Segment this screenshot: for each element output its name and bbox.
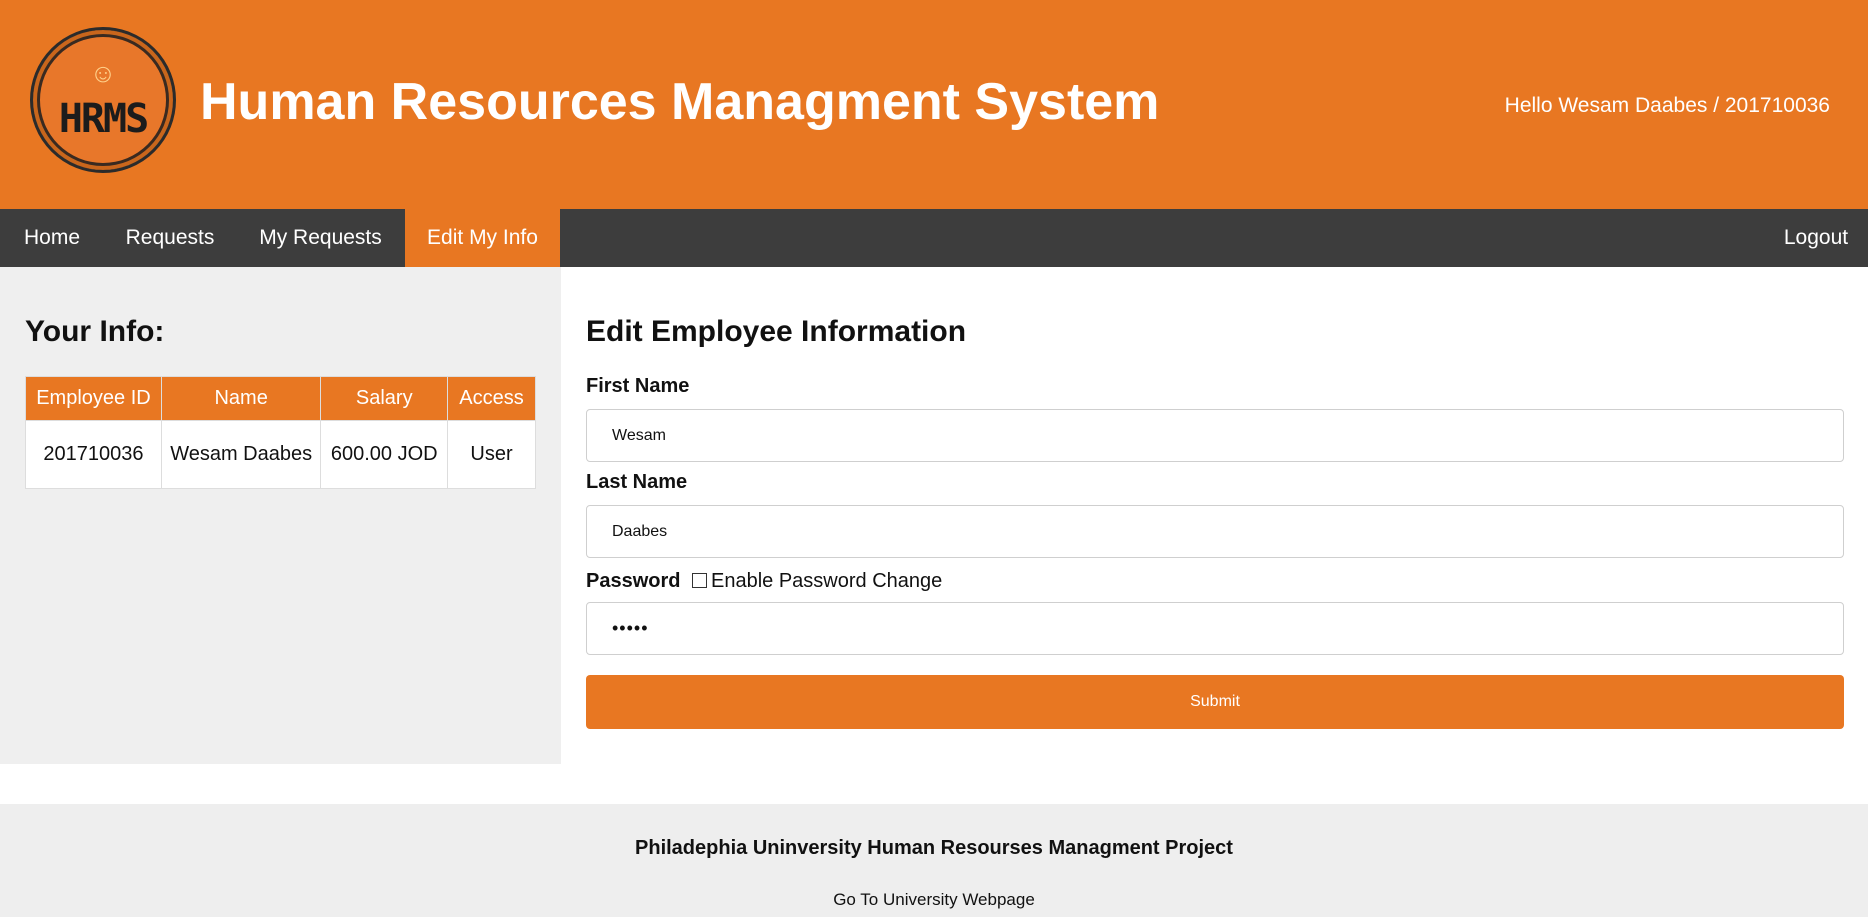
column-access: Access (447, 376, 536, 421)
nav-edit-my-info[interactable]: Edit My Info (405, 209, 560, 267)
table-row: 201710036 Wesam Daabes 600.00 JOD User (25, 420, 536, 489)
enable-password-change-checkbox[interactable]: Enable Password Change (692, 570, 942, 593)
university-webpage-link[interactable]: Go To University Webpage (0, 890, 1868, 910)
last-name-input[interactable] (586, 505, 1844, 558)
cell-name: Wesam Daabes (160, 420, 322, 489)
cell-access: User (447, 420, 536, 489)
cell-employee-id: 201710036 (25, 420, 162, 489)
checkbox-icon[interactable] (692, 573, 707, 588)
employee-info-table: Employee ID Name Salary Access 201710036… (25, 376, 536, 489)
logo-text: HRMS (58, 96, 149, 142)
enable-password-change-label: Enable Password Change (711, 570, 943, 592)
first-name-input[interactable] (586, 409, 1844, 462)
column-employee-id: Employee ID (25, 376, 162, 421)
site-title: Human Resources Managment System (200, 73, 1160, 131)
first-name-label: First Name (586, 375, 690, 397)
hrms-logo: ☺ HRMS (30, 27, 176, 173)
footer-title: Philadephia Uninversity Human Resourses … (635, 837, 1233, 859)
nav-logout[interactable]: Logout (1764, 209, 1868, 267)
nav-requests[interactable]: Requests (104, 209, 236, 267)
password-label: Password (586, 570, 681, 592)
nav-home[interactable]: Home (0, 209, 104, 267)
nav-my-requests[interactable]: My Requests (236, 209, 405, 267)
last-name-label: Last Name (586, 471, 688, 493)
people-icon: ☺ (89, 58, 117, 88)
user-greeting: Hello Wesam Daabes / 201710036 (1504, 94, 1830, 117)
column-name: Name (160, 376, 322, 421)
submit-button[interactable]: Submit (586, 675, 1844, 729)
info-sidebar: Your Info: Employee ID Name Salary Acces… (0, 267, 561, 764)
header: ☺ HRMS Human Resources Managment System … (0, 0, 1868, 209)
column-salary: Salary (320, 376, 449, 421)
your-info-heading: Your Info: (25, 315, 165, 348)
cell-salary: 600.00 JOD (320, 420, 449, 489)
footer: Philadephia Uninversity Human Resourses … (0, 804, 1868, 917)
form-title: Edit Employee Information (586, 315, 967, 348)
table-header-row: Employee ID Name Salary Access (25, 376, 536, 421)
password-input[interactable] (586, 602, 1844, 655)
main-nav: Home Requests My Requests Edit My Info L… (0, 209, 1868, 267)
